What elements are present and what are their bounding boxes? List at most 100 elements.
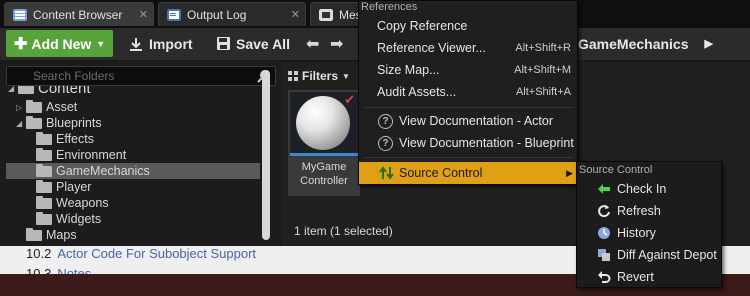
save-icon <box>217 37 230 50</box>
diff-icon <box>598 249 610 261</box>
submenu-item-check-in[interactable]: Check In <box>577 178 721 200</box>
help-icon: ? <box>378 114 393 129</box>
section-number: 10.2 <box>26 246 52 261</box>
folder-label: Maps <box>46 228 77 242</box>
tab-label: Output Log <box>187 7 247 22</box>
folder-blueprints[interactable]: ◢ Blueprints <box>16 115 102 131</box>
close-icon[interactable]: ✕ <box>291 8 300 21</box>
folder-label: Player <box>56 180 92 194</box>
folder-maps[interactable]: Maps <box>26 227 77 243</box>
folder-label: GameMechanics <box>56 164 150 178</box>
import-icon <box>130 37 142 51</box>
import-button[interactable]: Import <box>122 30 193 57</box>
menu-item-label: Reference Viewer... <box>377 41 486 55</box>
folder-icon <box>36 211 52 225</box>
doc-link-actor-code[interactable]: 10.2 Actor Code For Subobject Support <box>26 246 256 261</box>
menu-item-copy-reference[interactable]: Copy Reference <box>359 15 577 37</box>
folder-scrollbar[interactable] <box>262 70 270 240</box>
folder-label: Environment <box>56 148 127 162</box>
submenu-item-label: Diff Against Depot <box>617 248 717 262</box>
submenu-item-diff[interactable]: Diff Against Depot <box>577 244 721 266</box>
message-log-icon <box>319 8 333 21</box>
menu-item-shortcut: Alt+Shift+M <box>514 64 571 76</box>
folder-effects[interactable]: Effects <box>36 131 94 147</box>
path-breadcrumb[interactable]: GameMechanics ▶ <box>578 30 750 57</box>
folder-icon <box>36 163 52 177</box>
menu-item-label: Copy Reference <box>377 19 468 33</box>
sphere-thumbnail-icon <box>296 96 350 150</box>
submenu-item-history[interactable]: History <box>577 222 721 244</box>
check-in-arrow-icon <box>598 184 610 194</box>
folder-player[interactable]: Player <box>36 179 91 195</box>
folder-content[interactable]: ◢ Content <box>8 86 91 97</box>
folder-label: Content <box>38 86 91 97</box>
submenu-item-revert[interactable]: Revert <box>577 266 721 288</box>
add-new-button[interactable]: ✚ Add New ▼ <box>6 30 113 57</box>
asset-tile[interactable]: ✔ MyGame Controller <box>288 90 360 196</box>
folder-icon <box>36 147 52 161</box>
menu-divider <box>365 107 573 108</box>
tab-content-browser[interactable]: Content Browser ✕ <box>4 2 154 26</box>
expanded-arrow-icon[interactable]: ◢ <box>16 119 26 128</box>
plus-icon: ✚ <box>14 35 28 53</box>
submenu-item-label: Revert <box>617 270 654 284</box>
asset-context-menu: References Copy Reference Reference View… <box>358 0 578 185</box>
refresh-icon <box>598 205 610 218</box>
menu-item-shortcut: Alt+Shift+A <box>515 86 571 98</box>
folder-icon <box>36 195 52 209</box>
menu-divider <box>365 157 573 158</box>
chevron-down-icon: ▼ <box>342 71 350 81</box>
folder-label: Weapons <box>56 196 109 210</box>
folder-tree: ◢ Content ▷ Asset ◢ Blueprints Effects E… <box>6 86 260 244</box>
folder-label: Blueprints <box>46 116 102 130</box>
menu-item-doc-actor[interactable]: ? View Documentation - Actor <box>359 110 577 132</box>
menu-item-label: View Documentation - Actor <box>399 114 554 128</box>
import-label: Import <box>149 35 193 52</box>
menu-section-header: References <box>361 1 418 13</box>
submenu-item-label: History <box>617 226 656 240</box>
search-placeholder: Search Folders <box>33 69 115 83</box>
tab-output-log[interactable]: Output Log ✕ <box>158 2 306 26</box>
submenu-item-refresh[interactable]: Refresh <box>577 200 721 222</box>
menu-item-reference-viewer[interactable]: Reference Viewer... Alt+Shift+R <box>359 37 577 59</box>
source-control-submenu: Source Control Check In Refresh History … <box>576 161 722 288</box>
submenu-header: Source Control <box>579 164 653 176</box>
folder-label: Asset <box>46 100 78 114</box>
menu-item-label: Source Control <box>399 166 483 180</box>
submenu-item-label: Refresh <box>617 204 661 218</box>
folder-label: Effects <box>56 132 94 146</box>
folder-asset[interactable]: ▷ Asset <box>16 99 77 115</box>
folder-gamemechanics[interactable]: GameMechanics <box>6 163 260 179</box>
menu-item-shortcut: Alt+Shift+R <box>515 42 571 54</box>
chevron-down-icon: ▼ <box>96 38 106 49</box>
save-all-label: Save All <box>236 35 290 52</box>
folder-icon <box>26 99 42 113</box>
folder-environment[interactable]: Environment <box>36 147 126 163</box>
folder-icon <box>26 115 42 129</box>
back-arrow-icon[interactable]: ⬅ <box>306 34 319 53</box>
chevron-right-icon[interactable]: ▶ <box>705 37 713 50</box>
add-new-label: Add New <box>31 35 92 52</box>
filter-icon <box>288 71 298 81</box>
menu-item-source-control[interactable]: Source Control ▶ <box>359 162 577 184</box>
filters-button[interactable]: Filters ▼ <box>288 66 350 86</box>
folder-icon <box>18 86 34 94</box>
expanded-arrow-icon[interactable]: ◢ <box>8 86 18 93</box>
revert-icon <box>598 271 611 283</box>
search-folders-input[interactable]: Search Folders <box>6 66 276 86</box>
menu-item-audit-assets[interactable]: Audit Assets... Alt+Shift+A <box>359 81 577 103</box>
forward-arrow-icon[interactable]: ➡ <box>330 34 343 53</box>
folder-label: Widgets <box>56 212 102 226</box>
asset-name: MyGame Controller <box>300 161 348 187</box>
close-icon[interactable]: ✕ <box>139 8 148 21</box>
folder-weapons[interactable]: Weapons <box>36 195 109 211</box>
filters-label: Filters <box>302 69 339 83</box>
folder-widgets[interactable]: Widgets <box>36 211 101 227</box>
content-browser-icon <box>13 8 27 21</box>
menu-item-label: Size Map... <box>377 63 440 77</box>
menu-item-doc-blueprint[interactable]: ? View Documentation - Blueprint <box>359 132 577 154</box>
submenu-item-label: Check In <box>617 182 667 196</box>
save-all-button[interactable]: Save All <box>210 30 290 57</box>
menu-item-size-map[interactable]: Size Map... Alt+Shift+M <box>359 59 577 81</box>
collapsed-arrow-icon[interactable]: ▷ <box>16 103 26 112</box>
